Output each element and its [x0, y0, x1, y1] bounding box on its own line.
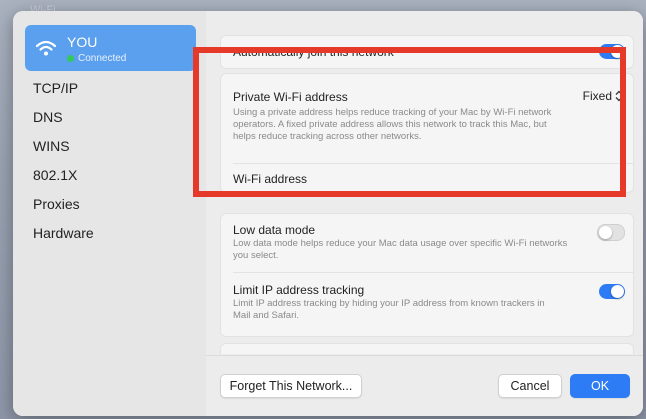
low-data-label: Low data mode — [233, 223, 316, 237]
low-data-toggle[interactable] — [597, 224, 625, 241]
sidebar-item-hardware[interactable]: Hardware — [33, 223, 94, 243]
limit-ip-toggle[interactable] — [599, 284, 625, 299]
low-data-description: Low data mode helps reduce your Mac data… — [233, 238, 568, 261]
network-status: Connected — [67, 53, 126, 64]
row-divider — [233, 272, 633, 273]
network-card[interactable]: YOU Connected — [25, 25, 196, 71]
auto-join-row: Automatically join this network — [220, 35, 634, 69]
ok-button[interactable]: OK — [570, 374, 630, 398]
wifi-address-value: : — [622, 172, 625, 183]
sidebar-item-proxies[interactable]: Proxies — [33, 194, 80, 214]
sidebar: YOU Connected TCP/IP DNS WINS 802.1X Pro… — [13, 11, 206, 416]
forget-network-button[interactable]: Forget This Network... — [220, 374, 362, 398]
private-address-select[interactable]: Fixed — [583, 89, 623, 103]
toggle-knob — [599, 226, 612, 239]
sidebar-item-dns[interactable]: DNS — [33, 107, 63, 127]
data-options-card: Low data mode Low data mode helps reduce… — [220, 213, 634, 337]
limit-ip-description: Limit IP address tracking by hiding your… — [233, 298, 545, 321]
sidebar-item-wins[interactable]: WINS — [33, 136, 70, 156]
toggle-knob — [611, 45, 624, 58]
cancel-button[interactable]: Cancel — [498, 374, 562, 398]
private-address-card: Private Wi-Fi address Fixed Using a priv… — [220, 73, 634, 193]
up-down-chevron-icon — [615, 90, 623, 102]
wifi-address-label: Wi-Fi address — [233, 172, 308, 186]
sidebar-item-tcpip[interactable]: TCP/IP — [33, 78, 78, 98]
sidebar-item-8021x[interactable]: 802.1X — [33, 165, 77, 185]
connected-dot-icon — [67, 55, 74, 62]
network-name: YOU — [67, 34, 98, 50]
private-address-description: Using a private address helps reduce tra… — [233, 107, 552, 142]
limit-ip-label: Limit IP address tracking — [233, 283, 365, 297]
wifi-icon — [35, 40, 57, 56]
auto-join-label: Automatically join this network — [233, 45, 394, 59]
toggle-knob — [611, 285, 624, 298]
private-address-label: Private Wi-Fi address — [233, 90, 348, 104]
auto-join-toggle[interactable] — [599, 44, 625, 59]
dialog-footer: Forget This Network... Cancel OK — [206, 355, 643, 416]
partial-card — [220, 343, 634, 354]
row-divider — [233, 163, 633, 164]
wifi-details-dialog: YOU Connected TCP/IP DNS WINS 802.1X Pro… — [13, 11, 643, 416]
settings-pane: Automatically join this network Private … — [206, 11, 643, 416]
private-address-value: Fixed — [582, 89, 612, 103]
network-status-label: Connected — [78, 53, 127, 64]
